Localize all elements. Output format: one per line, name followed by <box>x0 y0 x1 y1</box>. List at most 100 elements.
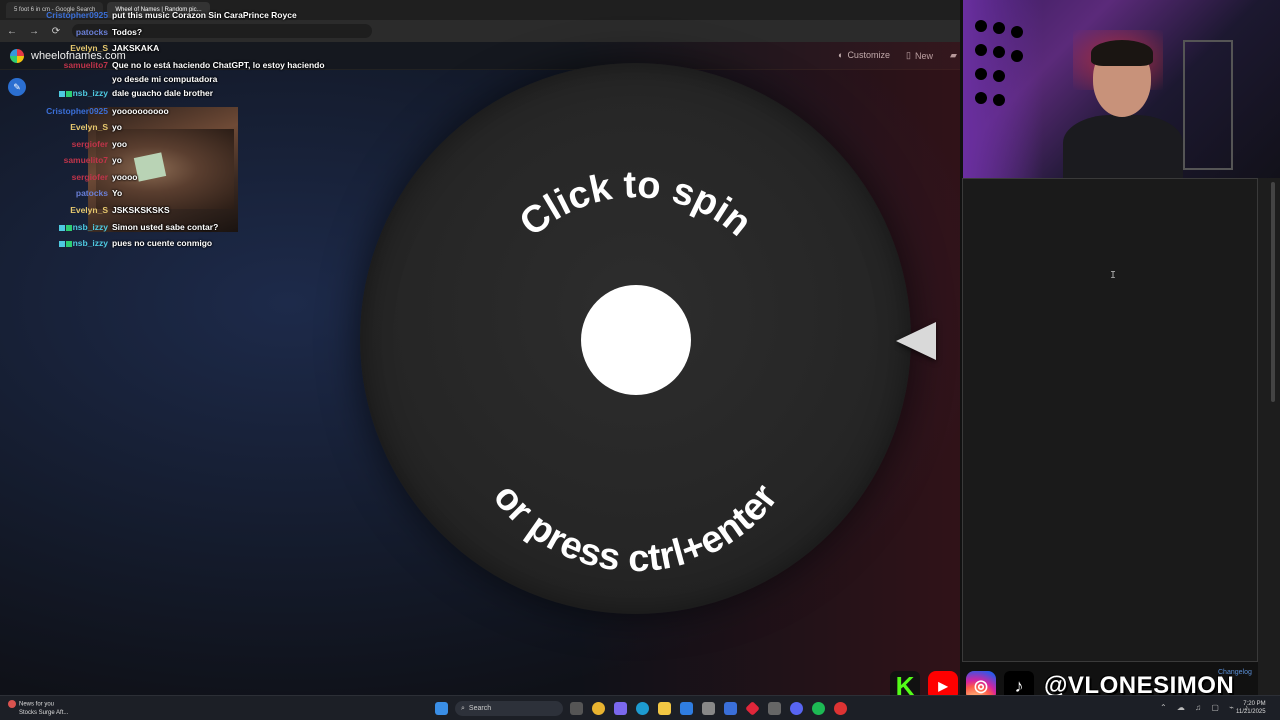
chat-badge-icon <box>58 240 65 247</box>
spotify-icon[interactable] <box>812 702 825 715</box>
new-label: New <box>914 50 933 61</box>
chat-message: Evelyn_S JSKSKSKSKS <box>0 205 330 219</box>
chat-message-text: JAKSKAKA <box>112 43 160 53</box>
news-title: News for you <box>19 701 55 708</box>
new-button[interactable]: ▯ New <box>906 50 933 61</box>
entries-scrollbar[interactable] <box>1270 178 1276 662</box>
chat-message-text: Simon usted sabe contar? <box>112 222 219 232</box>
vscode-icon[interactable] <box>724 702 737 715</box>
chat-message-text: Que no lo está haciendo ChatGPT, lo esto… <box>112 60 325 70</box>
chat-username-text: samuelito7 <box>63 155 108 165</box>
streamer-hair <box>1091 40 1153 66</box>
hat <box>975 44 987 56</box>
chat-badge-icon <box>58 90 65 97</box>
taskbar-clock[interactable]: 7:20 PM 11/21/2025 <box>1236 700 1266 716</box>
windows-start-icon[interactable] <box>435 702 448 715</box>
edge-icon[interactable] <box>636 702 649 715</box>
chat-username: Cristopher0925 <box>46 106 108 116</box>
chat-username: sergiofer <box>72 139 108 149</box>
customize-button[interactable]: ◐ Customize <box>838 50 890 60</box>
chat-message-text: yoooooooooo <box>112 106 169 116</box>
news-icon <box>8 700 16 708</box>
wheel-pointer-icon <box>896 322 936 360</box>
chat-message-text: dale guacho dale brother <box>112 88 214 98</box>
settings-icon[interactable] <box>768 702 781 715</box>
chat-message-text: yo <box>112 122 122 132</box>
chat-username-text: sergiofer <box>71 139 108 149</box>
hat <box>993 22 1005 34</box>
chat-message: Cristopher0925 put this music Corazon Sin… <box>0 10 330 24</box>
taskbar-search[interactable]: ⌕ Search <box>455 701 563 716</box>
hat <box>993 94 1005 106</box>
chat-username-text: nsb_izzy <box>72 222 108 232</box>
chat-username: nsb_izzy <box>58 238 108 248</box>
chat-message-text: pues no cuente conmigo <box>112 238 213 248</box>
chat-message-text: yo <box>112 155 122 165</box>
entries-textarea[interactable] <box>962 178 1258 662</box>
hat-shelf <box>1183 40 1233 170</box>
chat-message: nsb_izzy dale guacho dale brother <box>0 88 330 102</box>
chat-message-text: Todos? <box>112 27 143 37</box>
chat-username-text: patocks <box>75 188 108 198</box>
chrome-icon[interactable] <box>592 702 605 715</box>
chat-username-text: Cristopher0925 <box>46 106 108 116</box>
chat-message: Cristopher0925 yoooooooooo <box>0 106 330 120</box>
chat-message: samuelito7 yo <box>0 155 330 169</box>
copilot-icon[interactable] <box>614 702 627 715</box>
chat-message: nsb_izzy Simon usted sabe contar? <box>0 222 330 236</box>
store-icon[interactable] <box>702 702 715 715</box>
chat-badge-icon <box>65 240 72 247</box>
hat <box>975 68 987 80</box>
chat-message-text: put this music Corazon Sin CaraPrince Ro… <box>112 10 297 20</box>
chat-badge-icon <box>65 90 72 97</box>
hat <box>975 20 987 32</box>
file-explorer-icon[interactable] <box>658 702 671 715</box>
chat-username-text: samuelito7 <box>63 60 108 70</box>
streamer-body <box>1063 115 1183 178</box>
file-icon: ▯ <box>906 50 911 60</box>
news-widget[interactable]: News for you Stocks Surge Aft... <box>8 700 68 717</box>
ctrl-enter-hint-text: or press ctrl+enter <box>485 476 786 580</box>
text-cursor-icon: I <box>1110 270 1117 281</box>
scrollbar-thumb[interactable] <box>1271 182 1275 402</box>
customize-label: Customize <box>847 50 890 60</box>
webcam-feed <box>963 0 1280 178</box>
chat-message: patocks Yo <box>0 188 330 202</box>
chat-message-text: JSKSKSKSKS <box>112 205 170 215</box>
hat <box>993 70 1005 82</box>
app-icon[interactable] <box>745 701 760 716</box>
panel-gutter <box>1258 178 1280 695</box>
task-view-icon[interactable] <box>570 702 583 715</box>
outlook-icon[interactable] <box>680 702 693 715</box>
open-button[interactable]: ▰ <box>950 50 957 61</box>
chat-message: yo desde mi computadora <box>0 74 330 88</box>
discord-icon[interactable] <box>790 702 803 715</box>
chat-username: nsb_izzy <box>58 222 108 232</box>
chat-username-text: nsb_izzy <box>72 238 108 248</box>
chat-badge-icon <box>58 224 65 231</box>
search-icon: ⌕ <box>461 704 465 712</box>
screen: 5 foot 6 in cm - Google Search Wheel of … <box>0 0 1280 720</box>
chat-message: Evelyn_S JAKSKAKA <box>0 43 330 57</box>
clock-time: 7:20 PM <box>1243 701 1266 707</box>
wheel-center-hub[interactable] <box>581 285 691 395</box>
chat-message-text: yoo <box>112 139 128 149</box>
chat-username-text: Evelyn_S <box>70 205 108 215</box>
chat-username: sergiofer <box>72 172 108 182</box>
palette-icon: ◐ <box>838 50 844 60</box>
clock-date: 11/21/2025 <box>1236 709 1266 715</box>
chat-message: sergiofer yoooo <box>0 172 330 186</box>
chat-username: patocks <box>76 27 108 37</box>
chat-username-text: nsb_izzy <box>72 88 108 98</box>
chat-message: sergiofer yoo <box>0 139 330 153</box>
chat-username: Evelyn_S <box>70 205 108 215</box>
chat-username: Evelyn_S <box>70 43 108 53</box>
chat-username: samuelito7 <box>64 155 108 165</box>
obs-icon[interactable] <box>834 702 847 715</box>
chat-username-text: Evelyn_S <box>70 43 108 53</box>
hat <box>993 46 1005 58</box>
hat <box>1011 26 1023 38</box>
chat-username: Cristopher0925 <box>46 10 108 20</box>
hat <box>1011 50 1023 62</box>
chat-username: nsb_izzy <box>58 88 108 98</box>
